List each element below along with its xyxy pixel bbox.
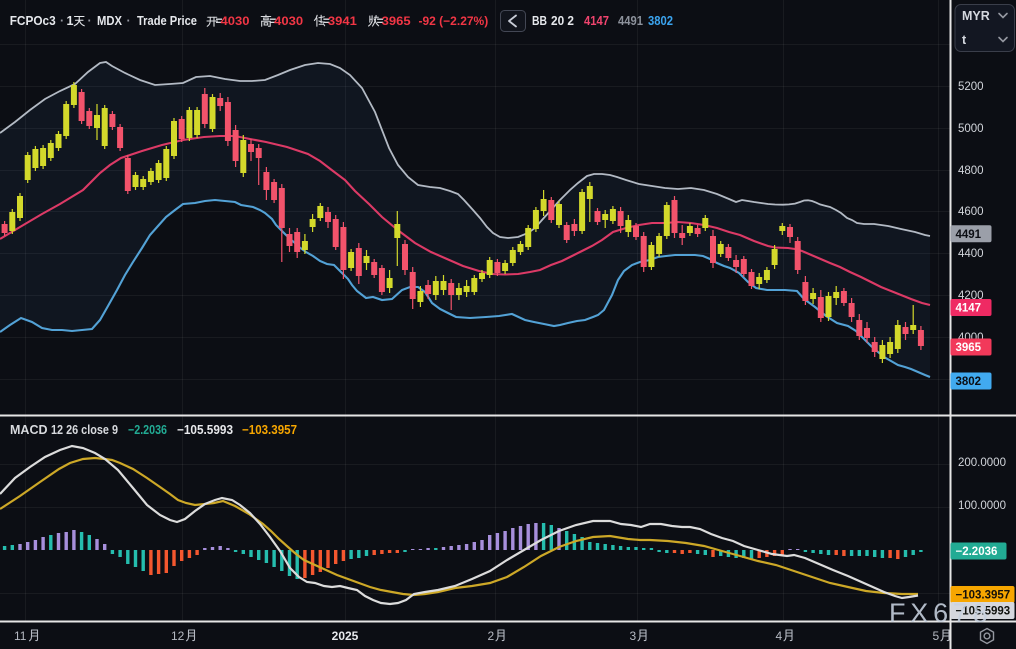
svg-text:BB: BB: [532, 14, 547, 28]
svg-text:3: 3: [630, 629, 637, 643]
svg-text:12: 12: [171, 629, 185, 643]
svg-text:Trade Price: Trade Price: [137, 14, 197, 28]
svg-text:20 2: 20 2: [551, 14, 574, 28]
svg-text:−105.5993: −105.5993: [177, 423, 233, 437]
svg-text:4491: 4491: [618, 14, 643, 28]
svg-text:−2.2036: −2.2036: [956, 546, 998, 558]
svg-text:11: 11: [14, 629, 27, 643]
svg-text:3941: 3941: [328, 14, 357, 28]
svg-text:1: 1: [67, 14, 74, 28]
svg-text:4400: 4400: [958, 248, 984, 260]
svg-text:3802: 3802: [956, 376, 982, 388]
svg-text:MACD: MACD: [10, 423, 48, 437]
svg-text:100.0000: 100.0000: [958, 500, 1006, 512]
svg-text:4: 4: [776, 629, 783, 643]
svg-text:4030: 4030: [221, 14, 250, 28]
svg-text:·: ·: [60, 14, 64, 28]
svg-text:−2.2036: −2.2036: [128, 423, 167, 437]
svg-text:FX678: FX678: [889, 598, 993, 628]
svg-text:2025: 2025: [332, 629, 359, 643]
svg-text:3802: 3802: [648, 14, 673, 28]
svg-text:MYR: MYR: [962, 9, 990, 23]
svg-text:FCPOc3: FCPOc3: [10, 14, 56, 28]
svg-text:5200: 5200: [958, 81, 984, 93]
svg-text:4147: 4147: [956, 303, 982, 315]
svg-text:2: 2: [488, 629, 495, 643]
svg-text:-92 (−2.27%): -92 (−2.27%): [419, 14, 489, 28]
svg-text:200.0000: 200.0000: [958, 457, 1006, 469]
svg-text:·: ·: [88, 14, 92, 28]
svg-text:4800: 4800: [958, 165, 984, 177]
svg-text:·: ·: [127, 14, 131, 28]
svg-text:3965: 3965: [956, 342, 982, 354]
svg-text:12 26 close 9: 12 26 close 9: [51, 423, 118, 437]
svg-text:4030: 4030: [274, 14, 303, 28]
svg-text:MDX: MDX: [97, 14, 123, 28]
svg-text:3965: 3965: [382, 14, 411, 28]
svg-text:4600: 4600: [958, 206, 984, 218]
svg-text:5: 5: [933, 629, 940, 643]
svg-text:4147: 4147: [584, 14, 609, 28]
svg-text:−103.3957: −103.3957: [242, 423, 297, 437]
svg-text:4491: 4491: [956, 229, 982, 241]
svg-text:5000: 5000: [958, 123, 984, 135]
